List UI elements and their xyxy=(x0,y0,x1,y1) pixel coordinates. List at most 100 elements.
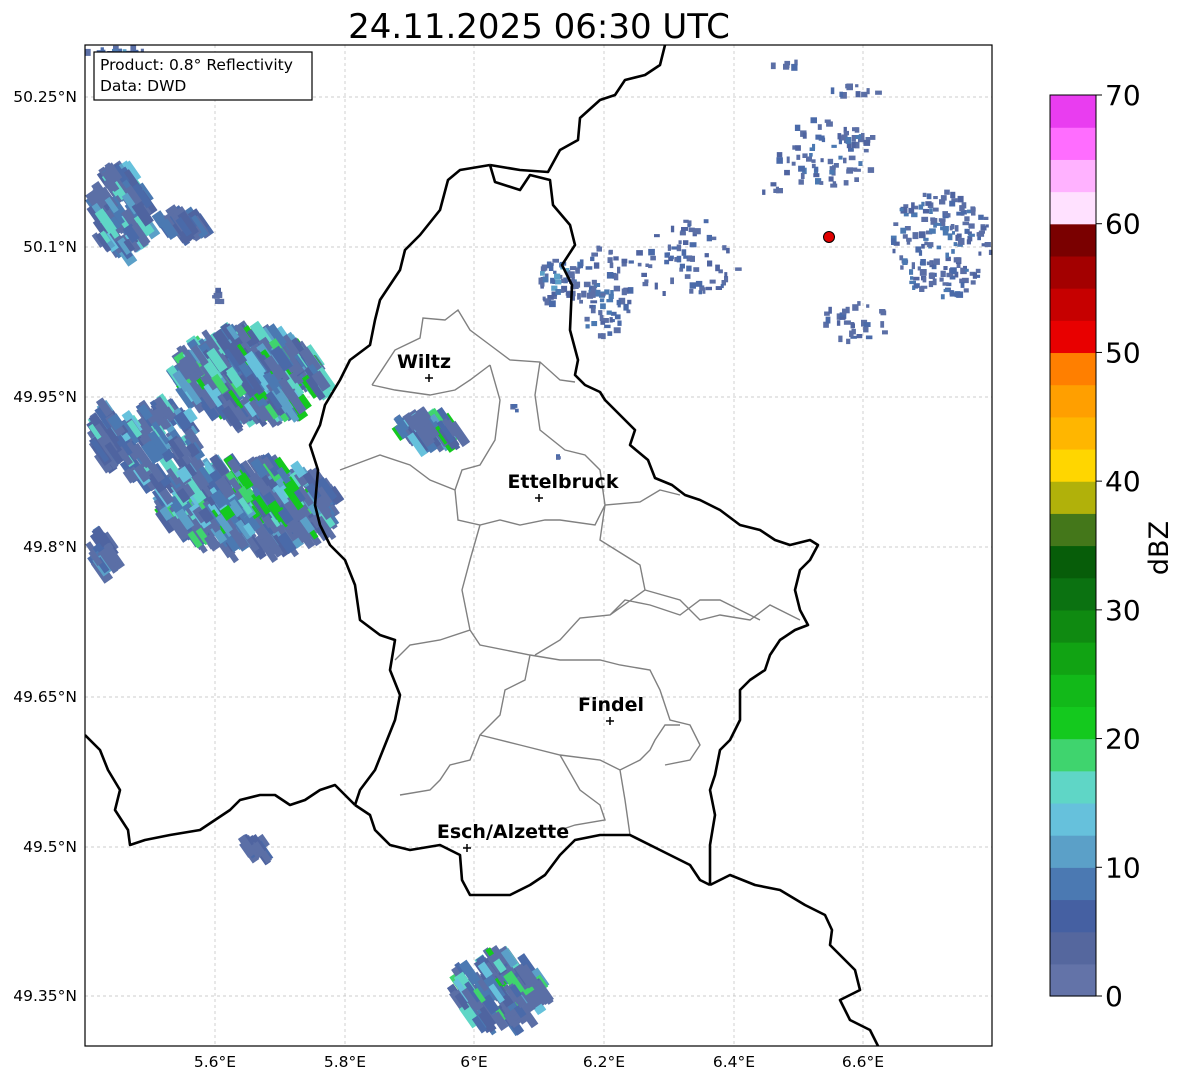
radar-echo-cell xyxy=(929,208,933,214)
colorbar-label: dBZ xyxy=(1144,521,1175,575)
radar-echo-cell xyxy=(972,272,977,279)
radar-echo-cell xyxy=(928,280,934,288)
radar-echo-cell xyxy=(613,273,619,281)
radar-echo-cell xyxy=(596,283,601,287)
radar-echo-cell xyxy=(617,303,621,308)
radar-echo-cell xyxy=(828,306,832,314)
radar-echo-cell xyxy=(552,258,559,263)
radar-echo-cell xyxy=(845,137,852,144)
radar-echo-cell xyxy=(923,237,929,241)
radar-echo-cell xyxy=(785,62,790,68)
radar-echo-cell xyxy=(950,191,956,199)
city-label: Ettelbruck xyxy=(508,471,619,493)
radar-echo-cell xyxy=(693,267,700,272)
lon-tick-label: 5.6°E xyxy=(194,1053,236,1071)
radar-echo-cell xyxy=(866,304,870,308)
colorbar-tick-label: 60 xyxy=(1105,208,1141,241)
radar-echo-cell xyxy=(613,256,619,261)
radar-echo-cell xyxy=(591,321,598,327)
radar-echo-cell xyxy=(843,157,847,164)
radar-echo-cell xyxy=(978,230,985,234)
colorbar-tick-label: 40 xyxy=(1105,465,1141,498)
radar-echo-cell xyxy=(515,408,519,413)
radar-echo-cell xyxy=(952,231,955,235)
radar-echo-cell xyxy=(880,321,885,328)
colorbar-cell xyxy=(1050,159,1096,193)
lon-tick-label: 6.4°E xyxy=(713,1053,755,1071)
radar-echo-cell xyxy=(554,273,561,280)
radar-echo-cell xyxy=(942,229,949,236)
radar-echo-cell xyxy=(970,206,976,210)
radar-echo-cell xyxy=(773,188,779,193)
colorbar-cell xyxy=(1050,899,1096,933)
radar-echo-cell xyxy=(828,176,834,182)
radar-echo-cell xyxy=(970,280,976,285)
radar-echo-cell xyxy=(606,272,614,279)
radar-echo-cell xyxy=(794,124,801,131)
map-title: 24.11.2025 06:30 UTC xyxy=(348,7,730,47)
radar-echo-cell xyxy=(667,244,671,251)
radar-echo-cell xyxy=(707,260,713,267)
colorbar-cell xyxy=(1050,674,1096,707)
radar-echo-cell xyxy=(798,179,804,185)
radar-echo-cell xyxy=(840,135,846,140)
radar-echo-cell xyxy=(621,258,628,264)
radar-echo-cell xyxy=(560,278,565,283)
radar-echo-cell xyxy=(613,285,621,292)
radar-echo-cell xyxy=(608,293,614,299)
radar-echo-cell xyxy=(939,277,944,282)
radar-echo-cell xyxy=(902,234,908,239)
colorbar-cell xyxy=(1050,416,1096,450)
radar-echo-cell xyxy=(851,323,855,328)
radar-echo-cell xyxy=(687,224,691,228)
colorbar-cell xyxy=(1050,95,1096,128)
radar-echo-cell xyxy=(662,291,666,296)
colorbar-tick-label: 50 xyxy=(1105,336,1141,369)
radar-echo-cell xyxy=(715,264,720,272)
radar-echo-cell xyxy=(932,278,937,286)
radar-echo-cell xyxy=(607,257,613,263)
radar-echo-cell xyxy=(809,153,813,157)
colorbar-cell xyxy=(1050,288,1096,321)
radar-echo-cell xyxy=(829,169,835,175)
colorbar-tick-label: 20 xyxy=(1105,723,1141,756)
radar-echo-cell xyxy=(912,232,919,240)
radar-echo-cell xyxy=(786,156,790,164)
radar-echo-cell xyxy=(791,161,796,166)
radar-echo-cell xyxy=(934,222,942,226)
colorbar-tick-label: 10 xyxy=(1105,851,1141,884)
radar-echo-cell xyxy=(613,327,621,334)
radar-echo-cell xyxy=(579,299,583,304)
radar-echo-cell xyxy=(838,155,843,160)
radar-echo-cell xyxy=(596,245,601,249)
radar-echo-cell xyxy=(861,132,865,139)
radar-echo-cell xyxy=(722,245,727,251)
radar-echo-cell xyxy=(908,207,915,214)
radar-echo-cell xyxy=(692,229,700,234)
radar-echo-cell xyxy=(776,157,783,164)
colorbar-cell xyxy=(1050,867,1096,901)
radar-echo-cell xyxy=(599,298,605,303)
radar-echo-cell xyxy=(812,143,816,150)
radar-echo-cell xyxy=(851,135,856,142)
lat-tick-label: 49.65°N xyxy=(13,688,77,706)
radar-echo-cell xyxy=(837,133,842,140)
radar-echo-cell xyxy=(919,269,927,276)
radar-echo-cell xyxy=(918,231,926,239)
colorbar-tick-label: 30 xyxy=(1105,594,1141,627)
radar-echo-cell xyxy=(598,310,603,316)
radar-echo-cell xyxy=(851,167,858,172)
radar-echo-cell xyxy=(922,208,930,214)
radar-echo-cell xyxy=(591,252,598,257)
radar-echo-cell xyxy=(943,288,950,293)
radar-echo-cell xyxy=(791,63,798,71)
radar-echo-cell xyxy=(600,303,606,310)
radar-echo-cell xyxy=(942,282,949,286)
radar-echo-cell xyxy=(949,200,956,207)
colorbar-cell xyxy=(1050,609,1096,643)
radar-echo-cell xyxy=(540,271,545,276)
radar-echo-cell xyxy=(770,182,777,187)
radar-echo-cell xyxy=(762,189,766,195)
radar-echo-cell xyxy=(960,267,965,271)
radar-echo-cell xyxy=(590,300,598,304)
